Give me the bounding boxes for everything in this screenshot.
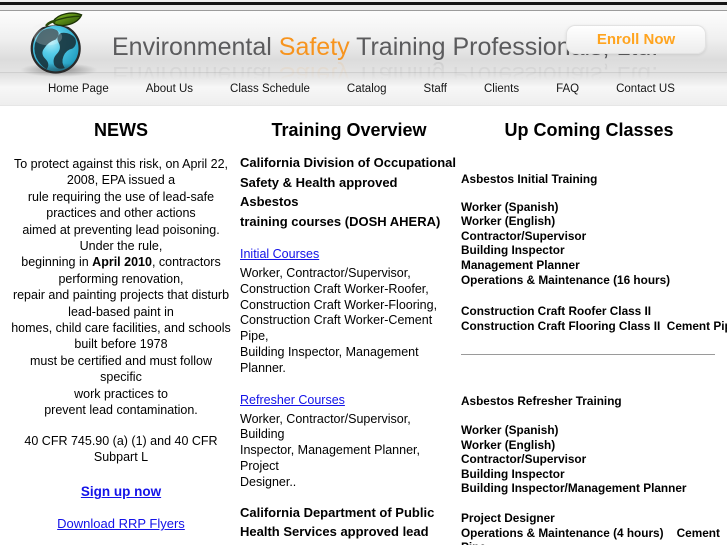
- training-overview-column: Training Overview California Division of…: [240, 106, 458, 545]
- refresher-courses-list: Worker, Contractor/Supervisor, Building …: [240, 411, 420, 489]
- news-bold-date: April 2010: [92, 255, 152, 270]
- news-column: NEWS To protect against this risk, on Ap…: [8, 106, 234, 545]
- site-header: Environmental Safety Training Profession…: [0, 11, 727, 89]
- upcoming-classes-column: Up Coming Classes Asbestos Initial Train…: [461, 106, 727, 545]
- cfr-reference: 40 CFR 745.90 (a) (1) and 40 CFR Subpart…: [24, 433, 218, 464]
- brand-title-reflection: Environmental Safety Training Profession…: [112, 61, 659, 89]
- brand-accent: Safety: [278, 33, 350, 61]
- content: NEWS To protect against this risk, on Ap…: [0, 106, 727, 545]
- news-body: To protect against this risk, on April 2…: [11, 157, 231, 418]
- asbestos-refresher-heading: Asbestos Refresher Training: [461, 394, 622, 409]
- asbestos-initial-list: Worker (Spanish) Worker (English) Contra…: [461, 199, 671, 287]
- initial-courses-list: Worker, Contractor/Supervisor, Construct…: [240, 266, 438, 375]
- asbestos-initial-craft-list: Construction Craft Roofer Class II Const…: [461, 304, 727, 333]
- dosh-description: California Division of Occupational Safe…: [240, 155, 456, 229]
- brand-part1: Environmental: [112, 33, 272, 61]
- cdph-description: California Department of Public Health S…: [240, 504, 435, 545]
- upcoming-divider: [461, 354, 715, 356]
- initial-courses-link[interactable]: Initial Courses: [240, 247, 319, 261]
- news-heading: NEWS: [94, 120, 148, 140]
- upcoming-classes-heading: Up Coming Classes: [504, 120, 674, 140]
- asbestos-initial-heading: Asbestos Initial Training: [461, 172, 598, 186]
- asbestos-refresher-extra-list: Project Designer Operations & Maintenanc…: [461, 510, 720, 545]
- download-rrp-flyers-link[interactable]: Download RRP Flyers: [57, 516, 185, 531]
- nav-home-page[interactable]: Home Page: [48, 83, 109, 95]
- logo-shadow: [20, 63, 98, 77]
- sign-up-link[interactable]: Sign up now: [81, 484, 161, 499]
- enroll-now-button[interactable]: Enroll Now: [566, 25, 706, 54]
- training-overview-heading: Training Overview: [271, 120, 427, 140]
- refresher-courses-link[interactable]: Refresher Courses: [240, 393, 345, 407]
- company-logo: [18, 11, 98, 77]
- asbestos-refresher-list: Worker (Spanish) Worker (English) Contra…: [461, 422, 687, 496]
